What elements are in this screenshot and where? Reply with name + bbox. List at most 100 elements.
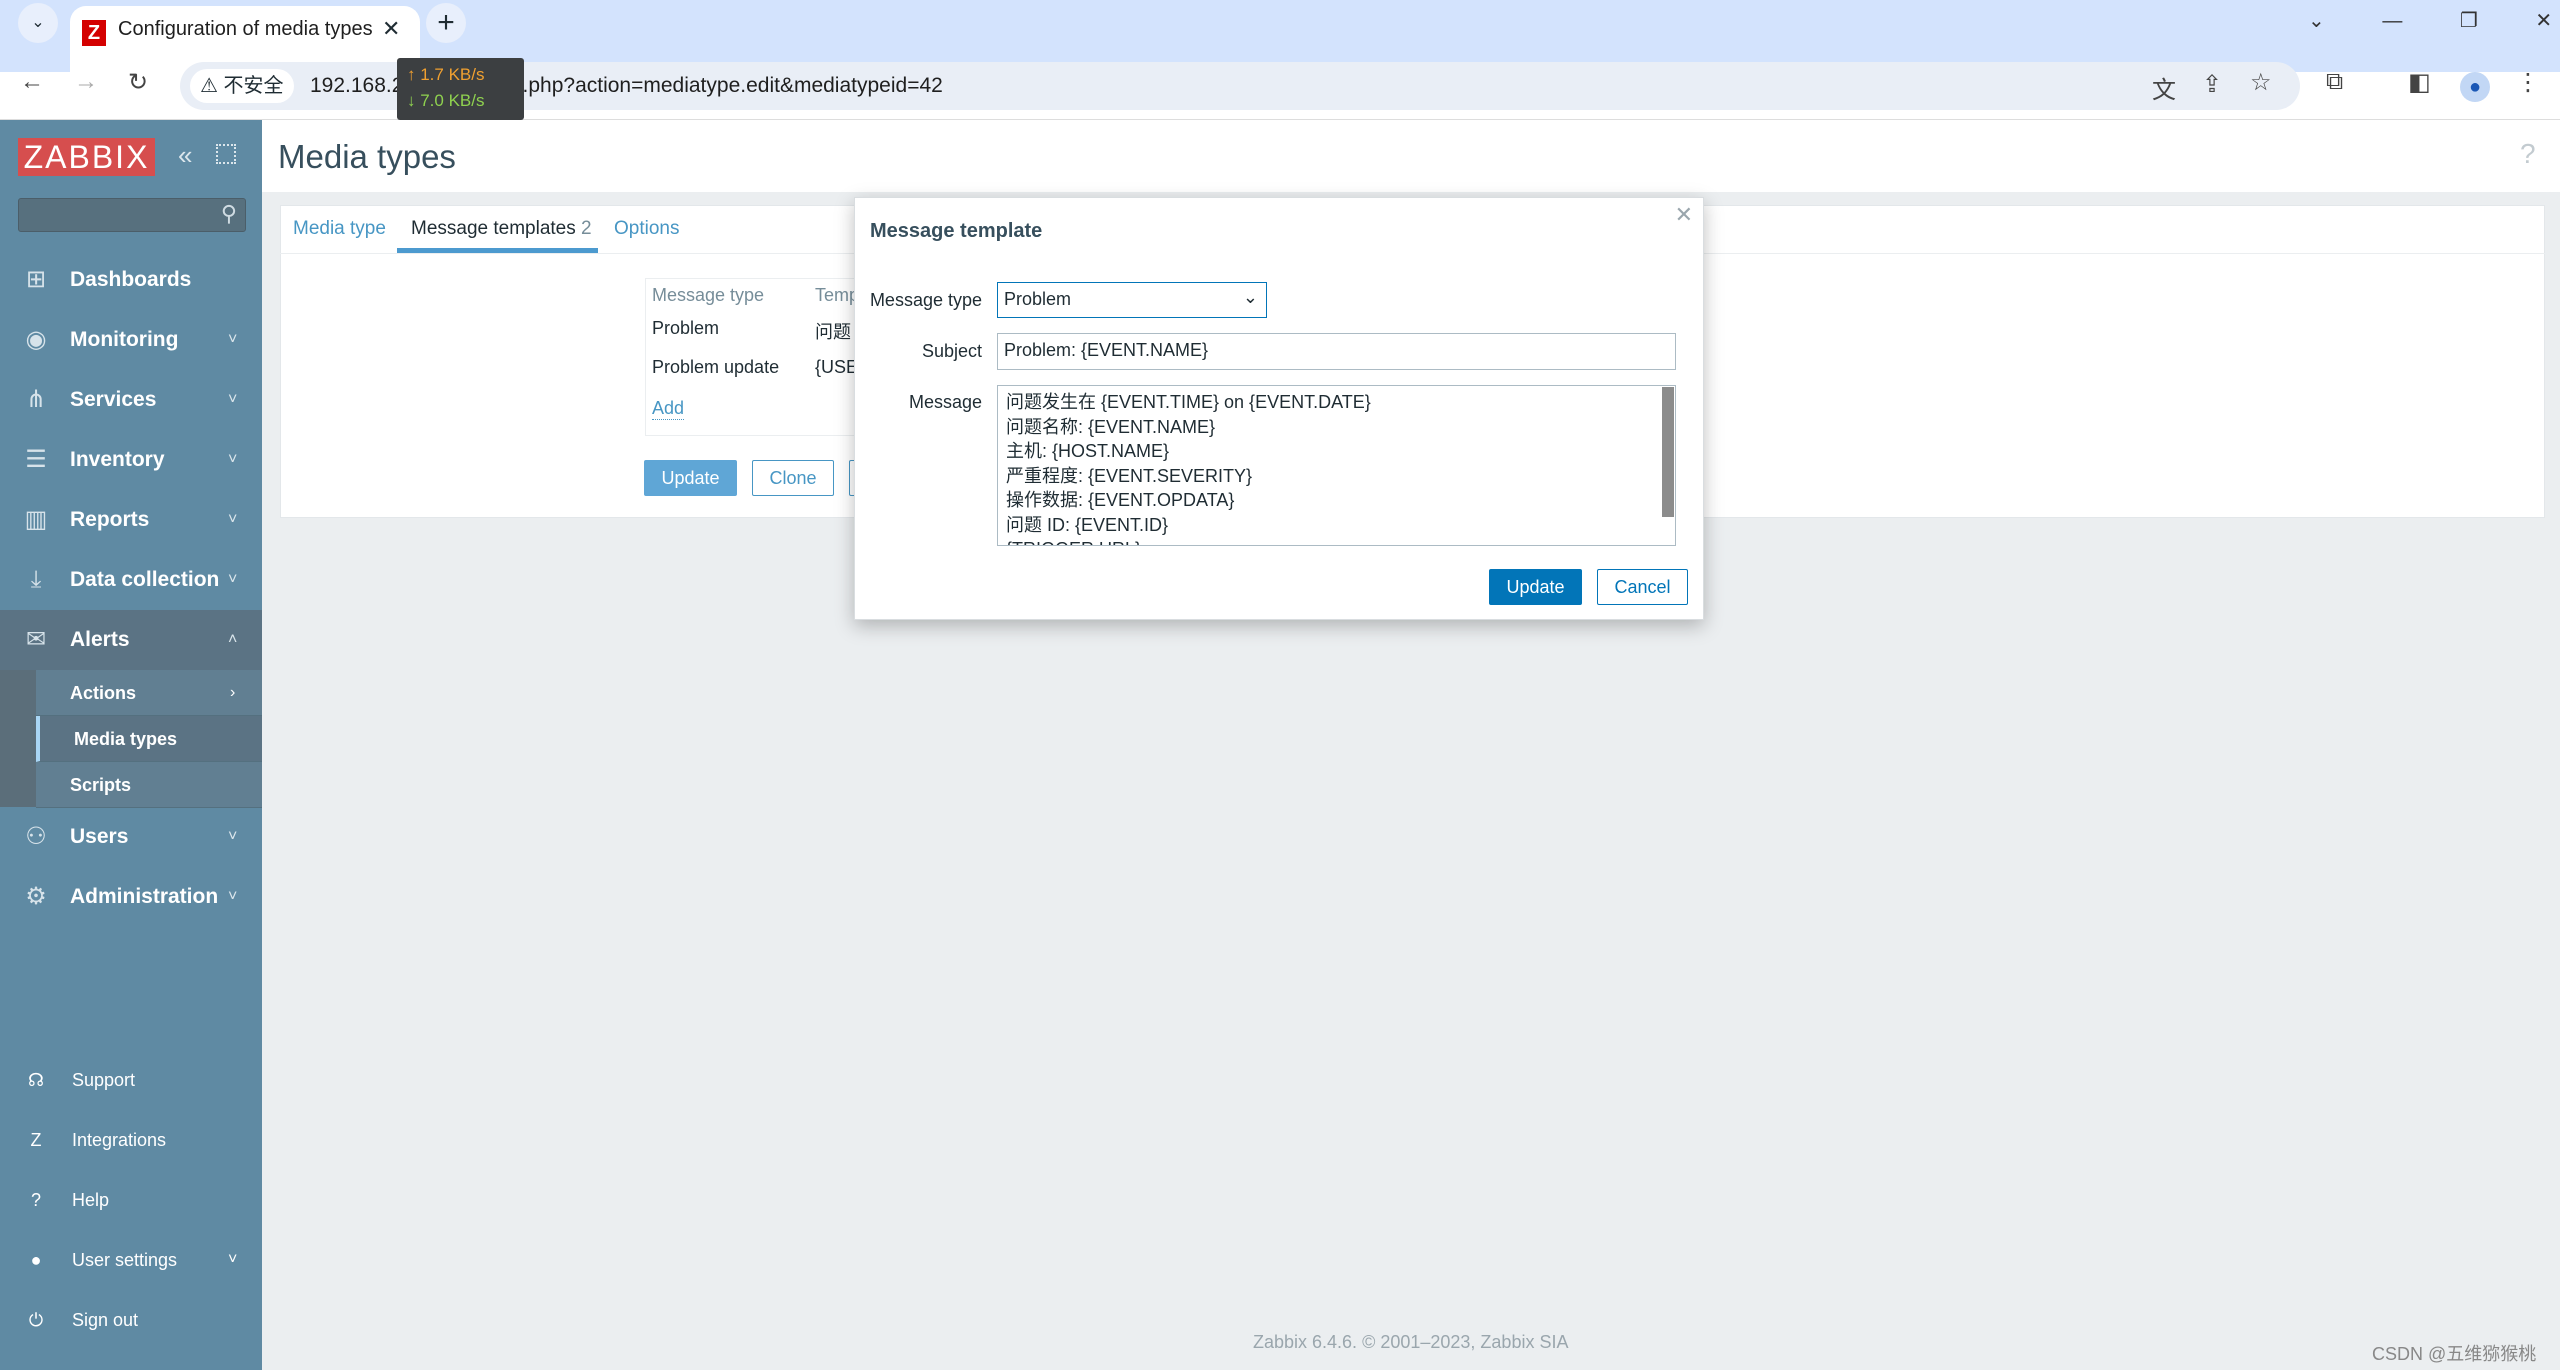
new-tab-button[interactable]: + bbox=[426, 3, 466, 43]
sidebar-item-sign-out[interactable]: ⏻ Sign out bbox=[0, 1290, 262, 1350]
side-panel-icon[interactable]: ◧ bbox=[2408, 68, 2431, 97]
sidebar-item-alerts[interactable]: ✉ Alerts ˄ bbox=[0, 610, 262, 670]
sidebar-item-user-settings[interactable]: ● User settings ˅ bbox=[0, 1230, 262, 1290]
tab-count-badge: 2 bbox=[581, 218, 592, 239]
sidebar-item-label: Administration bbox=[70, 885, 219, 908]
list-row-template: 问题 bbox=[815, 322, 851, 342]
sidebar-item-monitoring[interactable]: ◉ Monitoring ˅ bbox=[0, 310, 262, 370]
sidebar-item-help[interactable]: ? Help bbox=[0, 1170, 262, 1230]
insecure-label: 不安全 bbox=[223, 75, 284, 97]
download-icon: ⤓ bbox=[30, 566, 42, 593]
share-icon[interactable]: ⇪ bbox=[2202, 70, 2222, 99]
chevron-down-icon: ˅ bbox=[228, 391, 238, 408]
tab-media-type[interactable]: Media type bbox=[293, 218, 386, 240]
reload-icon[interactable]: ↻ bbox=[128, 68, 148, 97]
tab-title: Configuration of media types bbox=[118, 18, 373, 40]
dialog-cancel-button[interactable]: Cancel bbox=[1597, 569, 1688, 605]
menu-icon[interactable]: ⋮ bbox=[2516, 68, 2540, 97]
search-icon: ⚲ bbox=[220, 201, 237, 226]
sidebar-item-label: Support bbox=[72, 1070, 136, 1090]
sidebar-item-support[interactable]: ☊ Support bbox=[0, 1050, 262, 1110]
sidebar-item-label: Dashboards bbox=[70, 268, 192, 291]
zabbix-logo: ZABBIX bbox=[18, 138, 155, 176]
sidebar-item-users[interactable]: ⚇ Users ˅ bbox=[0, 807, 262, 867]
subitem-label: Media types bbox=[74, 729, 178, 749]
chevron-down-icon: ˅ bbox=[228, 511, 238, 528]
message-textarea[interactable]: 问题发生在 {EVENT.TIME} on {EVENT.DATE} 问题名称: … bbox=[997, 385, 1676, 546]
message-line: 问题名称: {EVENT.NAME} bbox=[1006, 416, 1216, 437]
sidebar-item-label: Services bbox=[70, 388, 157, 411]
chevron-down-icon: ⌄ bbox=[1242, 287, 1258, 307]
clone-button[interactable]: Clone bbox=[752, 460, 834, 496]
update-button[interactable]: Update bbox=[644, 460, 737, 496]
dialog-update-button[interactable]: Update bbox=[1489, 569, 1582, 605]
back-icon[interactable]: ← bbox=[20, 68, 44, 96]
bookmark-star-icon[interactable]: ☆ bbox=[2250, 68, 2272, 97]
tab-label: Message templates bbox=[411, 218, 576, 239]
window-controls[interactable]: ⌄ — ❐ ✕ bbox=[2308, 8, 2552, 33]
chevron-down-icon: ˅ bbox=[228, 451, 238, 468]
headset-icon: ☊ bbox=[28, 1070, 44, 1090]
kiosk-mode-icon[interactable] bbox=[216, 144, 236, 164]
translate-icon[interactable]: ⽂ bbox=[2152, 70, 2176, 105]
question-icon: ? bbox=[30, 1190, 41, 1210]
add-template-link[interactable]: Add bbox=[652, 398, 685, 420]
subject-input[interactable]: Problem: {EVENT.NAME} bbox=[997, 333, 1676, 370]
extensions-icon[interactable]: ⧉ bbox=[2326, 68, 2343, 96]
power-icon: ⏻ bbox=[28, 1310, 44, 1330]
sidebar-item-administration[interactable]: ⚙ Administration ˅ bbox=[0, 867, 262, 927]
sidebar-search-input[interactable]: ⚲ bbox=[18, 198, 246, 232]
submenu-indent bbox=[0, 670, 36, 807]
sidebar-item-inventory[interactable]: ☰ Inventory ˅ bbox=[0, 430, 262, 490]
collapse-sidebar-icon[interactable]: « bbox=[178, 140, 192, 171]
list-row-type[interactable]: Problem update bbox=[652, 357, 779, 378]
profile-avatar[interactable]: ● bbox=[2460, 72, 2490, 102]
users-icon: ⚇ bbox=[25, 823, 47, 850]
chevron-right-icon: › bbox=[230, 684, 236, 701]
message-line: 问题发生在 {EVENT.TIME} on {EVENT.DATE} bbox=[1006, 392, 1371, 412]
sidebar-item-label: User settings bbox=[72, 1250, 178, 1270]
close-dialog-icon[interactable]: ✕ bbox=[1675, 202, 1693, 228]
subitem-label: Scripts bbox=[70, 775, 132, 795]
sidebar-subitem-scripts[interactable]: Scripts bbox=[36, 762, 262, 808]
sidebar-item-services[interactable]: ⋔ Services ˅ bbox=[0, 370, 262, 430]
textarea-scrollbar[interactable] bbox=[1662, 387, 1674, 517]
gear-icon: ⚙ bbox=[25, 883, 47, 910]
message-line: 主机: {HOST.NAME} bbox=[1006, 441, 1170, 461]
user-icon: ● bbox=[30, 1250, 42, 1270]
list-row-type[interactable]: Problem bbox=[652, 318, 719, 339]
close-tab-icon[interactable]: ✕ bbox=[382, 16, 400, 42]
chevron-down-icon: ˅ bbox=[228, 828, 238, 845]
sidebar-item-label: Inventory bbox=[70, 448, 165, 471]
network-speed-overlay: ↑ 1.7 KB/s ↓ 7.0 KB/s bbox=[397, 58, 524, 120]
chevron-down-icon: ˅ bbox=[228, 571, 238, 588]
sidebar-item-label: Data collection bbox=[70, 568, 220, 591]
security-chip[interactable]: ⚠ 不安全 bbox=[190, 69, 294, 103]
zabbix-favicon: Z bbox=[82, 20, 106, 46]
forward-icon[interactable]: → bbox=[74, 68, 98, 96]
dashboard-icon: ⊞ bbox=[25, 266, 47, 293]
help-icon[interactable]: ? bbox=[2520, 138, 2536, 170]
message-type-select[interactable]: Problem ⌄ bbox=[997, 282, 1267, 318]
tab-message-templates[interactable]: Message templates 2 bbox=[411, 218, 592, 240]
column-header-message-type: Message type bbox=[652, 285, 765, 305]
subitem-label: Actions bbox=[70, 683, 137, 703]
sidebar-item-label: Monitoring bbox=[70, 328, 179, 351]
upload-speed: ↑ 1.7 KB/s bbox=[407, 65, 485, 84]
sidebar-subitem-media-types[interactable]: Media types bbox=[36, 716, 262, 762]
z-icon: Z bbox=[30, 1130, 42, 1150]
sidebar-subitem-actions[interactable]: Actions › bbox=[36, 670, 262, 716]
tab-list-button[interactable]: ⌄ bbox=[18, 3, 58, 43]
sidebar-item-reports[interactable]: ▥ Reports ˅ bbox=[0, 490, 262, 550]
hierarchy-icon: ⋔ bbox=[25, 386, 47, 413]
message-line: 严重程度: {EVENT.SEVERITY} bbox=[1006, 465, 1253, 486]
eye-icon: ◉ bbox=[25, 326, 47, 353]
watermark: CSDN @五维猕猴桃 bbox=[2372, 1344, 2537, 1364]
sidebar-item-data-collection[interactable]: ⤓ Data collection ˅ bbox=[0, 550, 262, 610]
page-header bbox=[262, 120, 2560, 192]
sidebar-item-dashboards[interactable]: ⊞ Dashboards bbox=[0, 250, 262, 310]
sidebar-item-label: Help bbox=[72, 1190, 110, 1210]
tab-options[interactable]: Options bbox=[614, 218, 679, 240]
sidebar-item-integrations[interactable]: Z Integrations bbox=[0, 1110, 262, 1170]
active-tab-indicator bbox=[397, 248, 598, 253]
